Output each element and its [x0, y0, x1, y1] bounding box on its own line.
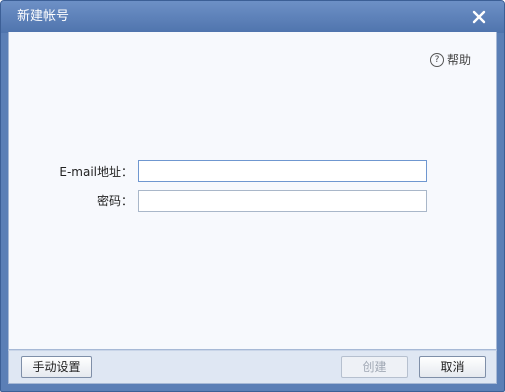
dialog-title: 新建帐号: [17, 9, 70, 24]
password-field[interactable]: [138, 190, 427, 212]
dialog-body: ? 帮助 E-mail地址： 密码：: [8, 32, 497, 350]
email-field[interactable]: [138, 160, 427, 182]
create-button[interactable]: 创建: [341, 356, 408, 378]
password-label: 密码：: [96, 194, 133, 208]
manual-setup-button[interactable]: 手动设置: [21, 356, 92, 378]
email-label: E-mail地址：: [59, 165, 133, 179]
question-circle-icon: ?: [430, 53, 444, 67]
cancel-button[interactable]: 取消: [419, 356, 486, 378]
new-account-dialog: 新建帐号 ? 帮助 E-mail地址： 密码： 手动设置 创建 取消: [0, 0, 505, 392]
title-bar[interactable]: 新建帐号: [1, 1, 504, 33]
help-label: 帮助: [447, 53, 472, 67]
dialog-footer: 手动设置 创建 取消: [8, 350, 497, 384]
close-icon[interactable]: [469, 7, 489, 27]
